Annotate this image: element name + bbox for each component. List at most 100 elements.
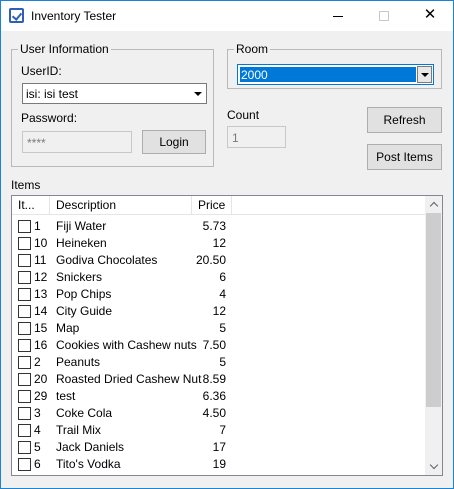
item-price: 7.50 bbox=[202, 338, 226, 352]
item-id: 13 bbox=[34, 287, 48, 301]
row-checkbox[interactable] bbox=[18, 288, 31, 301]
column-header-description[interactable]: Description bbox=[50, 196, 192, 215]
list-item[interactable]: 15 Map 5 bbox=[12, 320, 426, 337]
row-checkbox[interactable] bbox=[18, 390, 31, 403]
item-description: Trail Mix bbox=[56, 423, 101, 437]
list-item[interactable]: 16 Cookies with Cashew nuts 7.50 bbox=[12, 337, 426, 354]
row-checkbox[interactable] bbox=[18, 441, 31, 454]
item-description: Cookies with Cashew nuts bbox=[56, 338, 197, 352]
item-description: Map bbox=[56, 321, 80, 335]
window-title: Inventory Tester bbox=[31, 9, 117, 23]
count-value: 1 bbox=[232, 131, 239, 145]
item-description: Snickers bbox=[56, 270, 103, 284]
app-window: Inventory Tester ✕ User Information User… bbox=[0, 0, 454, 489]
item-description: Peanuts bbox=[56, 355, 101, 369]
row-checkbox[interactable] bbox=[18, 237, 31, 250]
item-id: 20 bbox=[34, 372, 48, 386]
list-item[interactable]: 13 Pop Chips 4 bbox=[12, 286, 426, 303]
item-price: 12 bbox=[212, 236, 226, 250]
count-field[interactable]: 1 bbox=[227, 126, 286, 148]
row-checkbox[interactable] bbox=[18, 407, 31, 420]
user-information-legend: User Information bbox=[18, 42, 111, 56]
login-button[interactable]: Login bbox=[142, 130, 206, 154]
count-label: Count bbox=[227, 108, 260, 122]
chevron-down-icon[interactable] bbox=[417, 66, 432, 83]
password-field[interactable]: **** bbox=[22, 131, 132, 153]
room-group: Room 2000 bbox=[227, 42, 442, 89]
list-item[interactable]: 5 Jack Daniels 17 bbox=[12, 439, 426, 456]
list-item[interactable]: 20 Roasted Dried Cashew Nut 8.59 bbox=[12, 371, 426, 388]
list-item[interactable]: 12 Snickers 6 bbox=[12, 269, 426, 286]
item-price: 5 bbox=[219, 355, 226, 369]
post-items-button[interactable]: Post Items bbox=[367, 144, 442, 170]
item-price: 20.50 bbox=[195, 253, 226, 267]
scroll-thumb[interactable] bbox=[426, 213, 441, 407]
room-selection: 2000 bbox=[240, 67, 416, 82]
userid-dropdown[interactable]: isi: isi test bbox=[22, 83, 207, 104]
row-checkbox[interactable] bbox=[18, 373, 31, 386]
room-value: 2000 bbox=[241, 68, 268, 82]
row-checkbox[interactable] bbox=[18, 424, 31, 437]
items-list[interactable]: It... Description Price 1 Fiji Water 5.73 1… bbox=[11, 195, 443, 476]
item-price: 19 bbox=[212, 457, 226, 471]
user-information-group: User Information UserID: isi: isi test P… bbox=[11, 42, 214, 167]
row-checkbox[interactable] bbox=[18, 271, 31, 284]
userid-value: isi: isi test bbox=[26, 87, 79, 101]
list-item[interactable]: 10 Heineken 12 bbox=[12, 235, 426, 252]
item-description: Coke Cola bbox=[56, 406, 113, 420]
row-checkbox[interactable] bbox=[18, 254, 31, 267]
item-price: 4 bbox=[219, 287, 226, 301]
list-item[interactable]: 2 Peanuts 5 bbox=[12, 354, 426, 371]
item-id: 14 bbox=[34, 304, 48, 318]
close-icon: ✕ bbox=[423, 6, 437, 23]
items-label: Items bbox=[11, 178, 41, 192]
item-id: 1 bbox=[34, 219, 41, 233]
row-checkbox[interactable] bbox=[18, 220, 31, 233]
row-checkbox[interactable] bbox=[18, 339, 31, 352]
scroll-up-icon[interactable] bbox=[425, 196, 442, 213]
item-description: Godiva Chocolates bbox=[56, 253, 158, 267]
row-checkbox[interactable] bbox=[18, 305, 31, 318]
item-id: 12 bbox=[34, 270, 48, 284]
password-label: Password: bbox=[21, 111, 78, 125]
close-button[interactable]: ✕ bbox=[407, 1, 453, 31]
item-price: 5.73 bbox=[202, 219, 226, 233]
row-checkbox[interactable] bbox=[18, 458, 31, 471]
scroll-down-icon[interactable] bbox=[425, 458, 442, 475]
item-price: 7 bbox=[219, 423, 226, 437]
row-checkbox[interactable] bbox=[18, 356, 31, 369]
item-description: Jack Daniels bbox=[56, 440, 125, 454]
item-description: Fiji Water bbox=[56, 219, 107, 233]
chevron-down-icon[interactable] bbox=[190, 85, 205, 102]
maximize-button[interactable] bbox=[361, 1, 407, 31]
vertical-scrollbar[interactable] bbox=[425, 196, 442, 475]
list-header: It... Description Price bbox=[12, 196, 426, 215]
item-description: Roasted Dried Cashew Nut bbox=[56, 372, 202, 386]
item-description: City Guide bbox=[56, 304, 113, 318]
list-item[interactable]: 29 test 6.36 bbox=[12, 388, 426, 405]
list-item[interactable]: 11 Godiva Chocolates 20.50 bbox=[12, 252, 426, 269]
minimize-button[interactable] bbox=[315, 1, 361, 31]
column-header-item[interactable]: It... bbox=[12, 196, 50, 215]
item-price: 4.50 bbox=[202, 406, 226, 420]
password-value: **** bbox=[27, 136, 46, 150]
list-item[interactable]: 6 Tito's Vodka 19 bbox=[12, 456, 426, 473]
list-item[interactable]: 1 Fiji Water 5.73 bbox=[12, 218, 426, 235]
title-bar[interactable]: Inventory Tester ✕ bbox=[1, 1, 453, 31]
refresh-button[interactable]: Refresh bbox=[367, 107, 442, 133]
item-description: test bbox=[56, 389, 76, 403]
list-item[interactable]: 4 Trail Mix 7 bbox=[12, 422, 426, 439]
room-dropdown[interactable]: 2000 bbox=[237, 64, 434, 85]
item-id: 5 bbox=[34, 440, 41, 454]
list-item[interactable]: 14 City Guide 12 bbox=[12, 303, 426, 320]
item-id: 10 bbox=[34, 236, 48, 250]
list-item[interactable]: 3 Coke Cola 4.50 bbox=[12, 405, 426, 422]
column-header-price[interactable]: Price bbox=[192, 196, 232, 215]
item-id: 16 bbox=[34, 338, 48, 352]
room-legend: Room bbox=[234, 42, 271, 56]
item-id: 2 bbox=[34, 355, 41, 369]
row-checkbox[interactable] bbox=[18, 322, 31, 335]
item-description: Heineken bbox=[56, 236, 107, 250]
maximize-icon bbox=[379, 11, 389, 21]
item-id: 11 bbox=[34, 253, 47, 267]
